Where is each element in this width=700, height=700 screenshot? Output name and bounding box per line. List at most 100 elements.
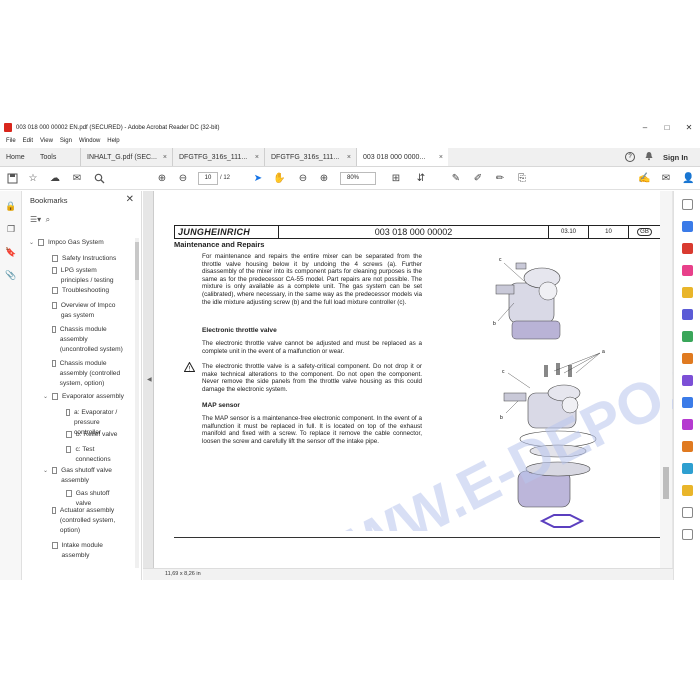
- scrolling-mode-icon[interactable]: ⇵: [415, 173, 427, 185]
- maximize-button[interactable]: □: [656, 120, 678, 135]
- send-signature-icon[interactable]: [682, 419, 693, 430]
- bookmark-label: c: Test connections: [75, 446, 111, 463]
- tools-settings-icon[interactable]: [682, 529, 693, 540]
- bookmark-item[interactable]: Intake module assembly: [52, 541, 124, 561]
- share-email-icon[interactable]: ✉: [660, 173, 672, 185]
- bookmark-item[interactable]: ⌄ Impco Gas System: [29, 238, 124, 248]
- page-number: 10: [589, 226, 629, 238]
- measure-icon[interactable]: [682, 463, 693, 474]
- tab-document[interactable]: DFGTFG_316s_111... ×: [264, 148, 356, 166]
- tab-close-icon[interactable]: ×: [347, 154, 351, 161]
- add-user-icon[interactable]: 👤: [682, 173, 694, 185]
- zoom-select[interactable]: 80%: [340, 172, 376, 185]
- menu-edit[interactable]: Edit: [23, 138, 33, 144]
- page-thumbnails-icon[interactable]: ❐: [5, 224, 17, 236]
- tab-document-active[interactable]: 003 018 000 0000... ×: [356, 148, 448, 166]
- page-down-icon[interactable]: ⊖: [177, 173, 189, 185]
- draw-icon[interactable]: ✏: [494, 173, 506, 185]
- bookmark-item[interactable]: Overview of Impco gas system: [52, 301, 124, 321]
- menu-help[interactable]: Help: [107, 138, 119, 144]
- sign-in-button[interactable]: Sign In: [663, 153, 688, 162]
- sign-icon[interactable]: ✍: [638, 173, 650, 185]
- zoom-out-icon[interactable]: ⊖: [297, 173, 309, 185]
- protect-icon[interactable]: [682, 375, 693, 386]
- certificates-icon[interactable]: [682, 485, 693, 496]
- bookmark-item[interactable]: ⌄ Gas shutoff valve assembly: [43, 466, 124, 486]
- tab-close-icon[interactable]: ×: [163, 154, 167, 161]
- zoom-in-icon[interactable]: ⊕: [318, 173, 330, 185]
- language-badge: GB: [629, 228, 660, 236]
- tab-tools[interactable]: Tools: [34, 148, 80, 166]
- bookmark-item[interactable]: c: Test connections: [66, 445, 124, 465]
- lower-throttle-assembly: [517, 430, 597, 528]
- bookmark-item[interactable]: Chassis module assembly (uncontrolled sy…: [52, 325, 124, 355]
- notifications-icon[interactable]: [644, 151, 654, 163]
- bookmark-label: Gas shutoff valve assembly: [61, 467, 112, 484]
- bookmark-label: Impco Gas System: [48, 239, 104, 246]
- scrollbar-thumb[interactable]: [663, 467, 669, 499]
- help-icon[interactable]: ?: [625, 152, 635, 162]
- bookmark-label: Actuator assembly (controlled system, op…: [59, 507, 116, 534]
- lock-icon[interactable]: 🔒: [5, 201, 17, 213]
- search-icon[interactable]: [93, 173, 105, 185]
- save-icon[interactable]: [6, 173, 18, 185]
- tab-home[interactable]: Home: [0, 148, 34, 166]
- bookmark-item[interactable]: Actuator assembly (controlled system, op…: [52, 506, 124, 536]
- document-view[interactable]: JUNGHEINRICH 003 018 000 00002 03.10 10 …: [143, 191, 673, 568]
- comment-icon[interactable]: ✎: [450, 173, 462, 185]
- bookmarks-icon[interactable]: 🔖: [5, 247, 17, 259]
- bookmark-label: b: Relief valve: [76, 431, 118, 438]
- export-pdf-icon[interactable]: [682, 221, 693, 232]
- paragraph: For maintenance and repairs the entire m…: [202, 253, 422, 306]
- menu-sign[interactable]: Sign: [60, 138, 72, 144]
- bookmark-item[interactable]: Chassis module assembly (controlled syst…: [52, 359, 124, 389]
- email-icon[interactable]: ✉: [71, 173, 83, 185]
- expand-toggle-icon[interactable]: ⌄: [29, 238, 34, 248]
- bookmark-options-icon[interactable]: ☰▾ ⌕: [30, 215, 50, 225]
- highlight-icon[interactable]: ✐: [472, 173, 484, 185]
- scan-ocr-icon[interactable]: [682, 353, 693, 364]
- fit-page-icon[interactable]: ⊞: [390, 173, 402, 185]
- page-up-icon[interactable]: ⊕: [156, 173, 168, 185]
- attachments-icon[interactable]: 📎: [5, 270, 17, 282]
- stamp-icon[interactable]: ⎘: [516, 173, 528, 185]
- organize-pages-icon[interactable]: [682, 331, 693, 342]
- bookmarks-scrollbar[interactable]: [135, 238, 139, 568]
- pdf-page: JUNGHEINRICH 003 018 000 00002 03.10 10 …: [153, 191, 663, 568]
- expand-toggle-icon[interactable]: ⌄: [43, 392, 48, 402]
- menu-window[interactable]: Window: [79, 138, 100, 144]
- redact-icon[interactable]: [682, 441, 693, 452]
- minimize-button[interactable]: –: [634, 120, 656, 135]
- close-panel-icon[interactable]: ✕: [126, 194, 134, 205]
- combine-files-icon[interactable]: [682, 309, 693, 320]
- close-window-button[interactable]: ✕: [678, 120, 700, 135]
- tab-document[interactable]: INHALT_G.pdf (SEC... ×: [80, 148, 172, 166]
- tab-document[interactable]: DFGTFG_316s_111... ×: [172, 148, 264, 166]
- bookmark-item[interactable]: Safety Instructions: [52, 254, 124, 264]
- select-cursor-icon[interactable]: ➤: [252, 173, 264, 185]
- tab-close-icon[interactable]: ×: [255, 154, 259, 161]
- tab-close-icon[interactable]: ×: [439, 154, 443, 161]
- fill-sign-icon[interactable]: [682, 397, 693, 408]
- bookmark-item[interactable]: ⌄ Evaporator assembly: [43, 392, 124, 402]
- menu-view[interactable]: View: [40, 138, 53, 144]
- tab-label: DFGTFG_316s_111...: [271, 153, 340, 161]
- edit-pdf-icon[interactable]: [682, 265, 693, 276]
- expand-toggle-icon[interactable]: ⌄: [43, 466, 48, 476]
- document-scrollbar[interactable]: [660, 191, 672, 568]
- comment-tool-icon[interactable]: [682, 287, 693, 298]
- more-tools-icon[interactable]: [682, 507, 693, 518]
- search-tool-icon[interactable]: [682, 199, 693, 210]
- bookmark-star-icon[interactable]: ☆: [27, 173, 39, 185]
- upload-cloud-icon[interactable]: ☁: [49, 173, 61, 185]
- menu-file[interactable]: File: [6, 138, 16, 144]
- bookmark-icon: [66, 446, 72, 453]
- bookmark-item[interactable]: Troubleshooting: [52, 286, 124, 296]
- page-number-input[interactable]: 10: [198, 172, 218, 185]
- bookmark-label: Overview of Impco gas system: [60, 302, 116, 319]
- bookmark-item[interactable]: b: Relief valve: [66, 430, 124, 440]
- bookmark-item[interactable]: LPG system principles / testing: [52, 266, 124, 286]
- create-pdf-icon[interactable]: [682, 243, 693, 254]
- hand-tool-icon[interactable]: ✋: [273, 173, 285, 185]
- collapse-left-icon[interactable]: ◀: [147, 376, 152, 383]
